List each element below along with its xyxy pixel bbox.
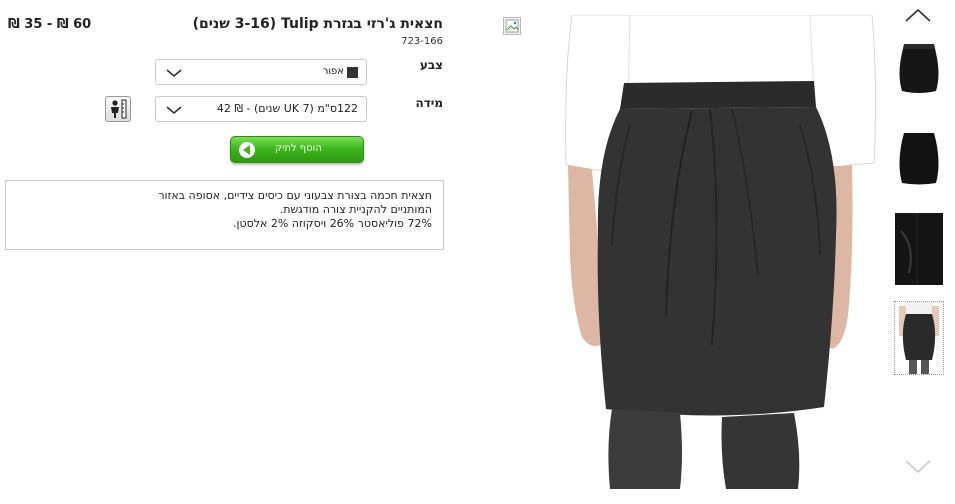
product-sku: 723-166: [401, 36, 443, 47]
thumbnail-3[interactable]: [895, 213, 943, 285]
color-swatch: [347, 67, 358, 78]
size-guide-icon: [111, 99, 127, 119]
chevron-up-icon: [905, 8, 931, 22]
size-guide-button[interactable]: [105, 96, 131, 122]
product-title: חצאית ג'רזי בגזרת Tulip (3-16 שנים): [192, 16, 443, 32]
size-select-value: 122ס"מ (UK 7 שנים) - ₪ 42: [216, 102, 358, 115]
thumbnail-1[interactable]: [895, 41, 943, 97]
product-price: 60 ₪ - 35 ₪: [8, 17, 92, 32]
thumbnail-4-selected[interactable]: [894, 301, 944, 375]
chevron-down-icon: [905, 460, 931, 474]
add-to-cart-button[interactable]: הוסף לתיק: [230, 136, 364, 163]
size-select[interactable]: 122ס"מ (UK 7 שנים) - ₪ 42: [155, 96, 367, 122]
arrow-left-icon: [239, 142, 255, 158]
description-line-1: חצאית חכמה בצורת צבעוני עם כיסים צידיים,…: [158, 189, 432, 202]
chevron-down-icon: [166, 69, 182, 78]
main-product-image[interactable]: [562, 15, 877, 489]
color-label: צבע: [419, 58, 443, 72]
size-label: מידה: [415, 96, 443, 110]
broken-image-icon: [503, 17, 521, 35]
thumbnails-scroll-down-button[interactable]: [903, 458, 933, 476]
product-description: חצאית חכמה בצורת צבעוני עם כיסים צידיים,…: [5, 180, 444, 250]
thumbnail-2[interactable]: [895, 129, 943, 187]
description-line-3: 72% פוליאסטר 26% ויסקוזה 2% אלסטן.: [232, 217, 432, 230]
add-to-cart-label: הוסף לתיק: [275, 143, 322, 154]
color-select[interactable]: אפור: [155, 59, 367, 85]
description-line-2: המותניים להקניית צורה מודגשת.: [279, 203, 432, 216]
thumbnails-scroll-up-button[interactable]: [903, 6, 933, 24]
color-select-value: אפור: [322, 66, 344, 77]
chevron-down-icon: [166, 106, 182, 115]
